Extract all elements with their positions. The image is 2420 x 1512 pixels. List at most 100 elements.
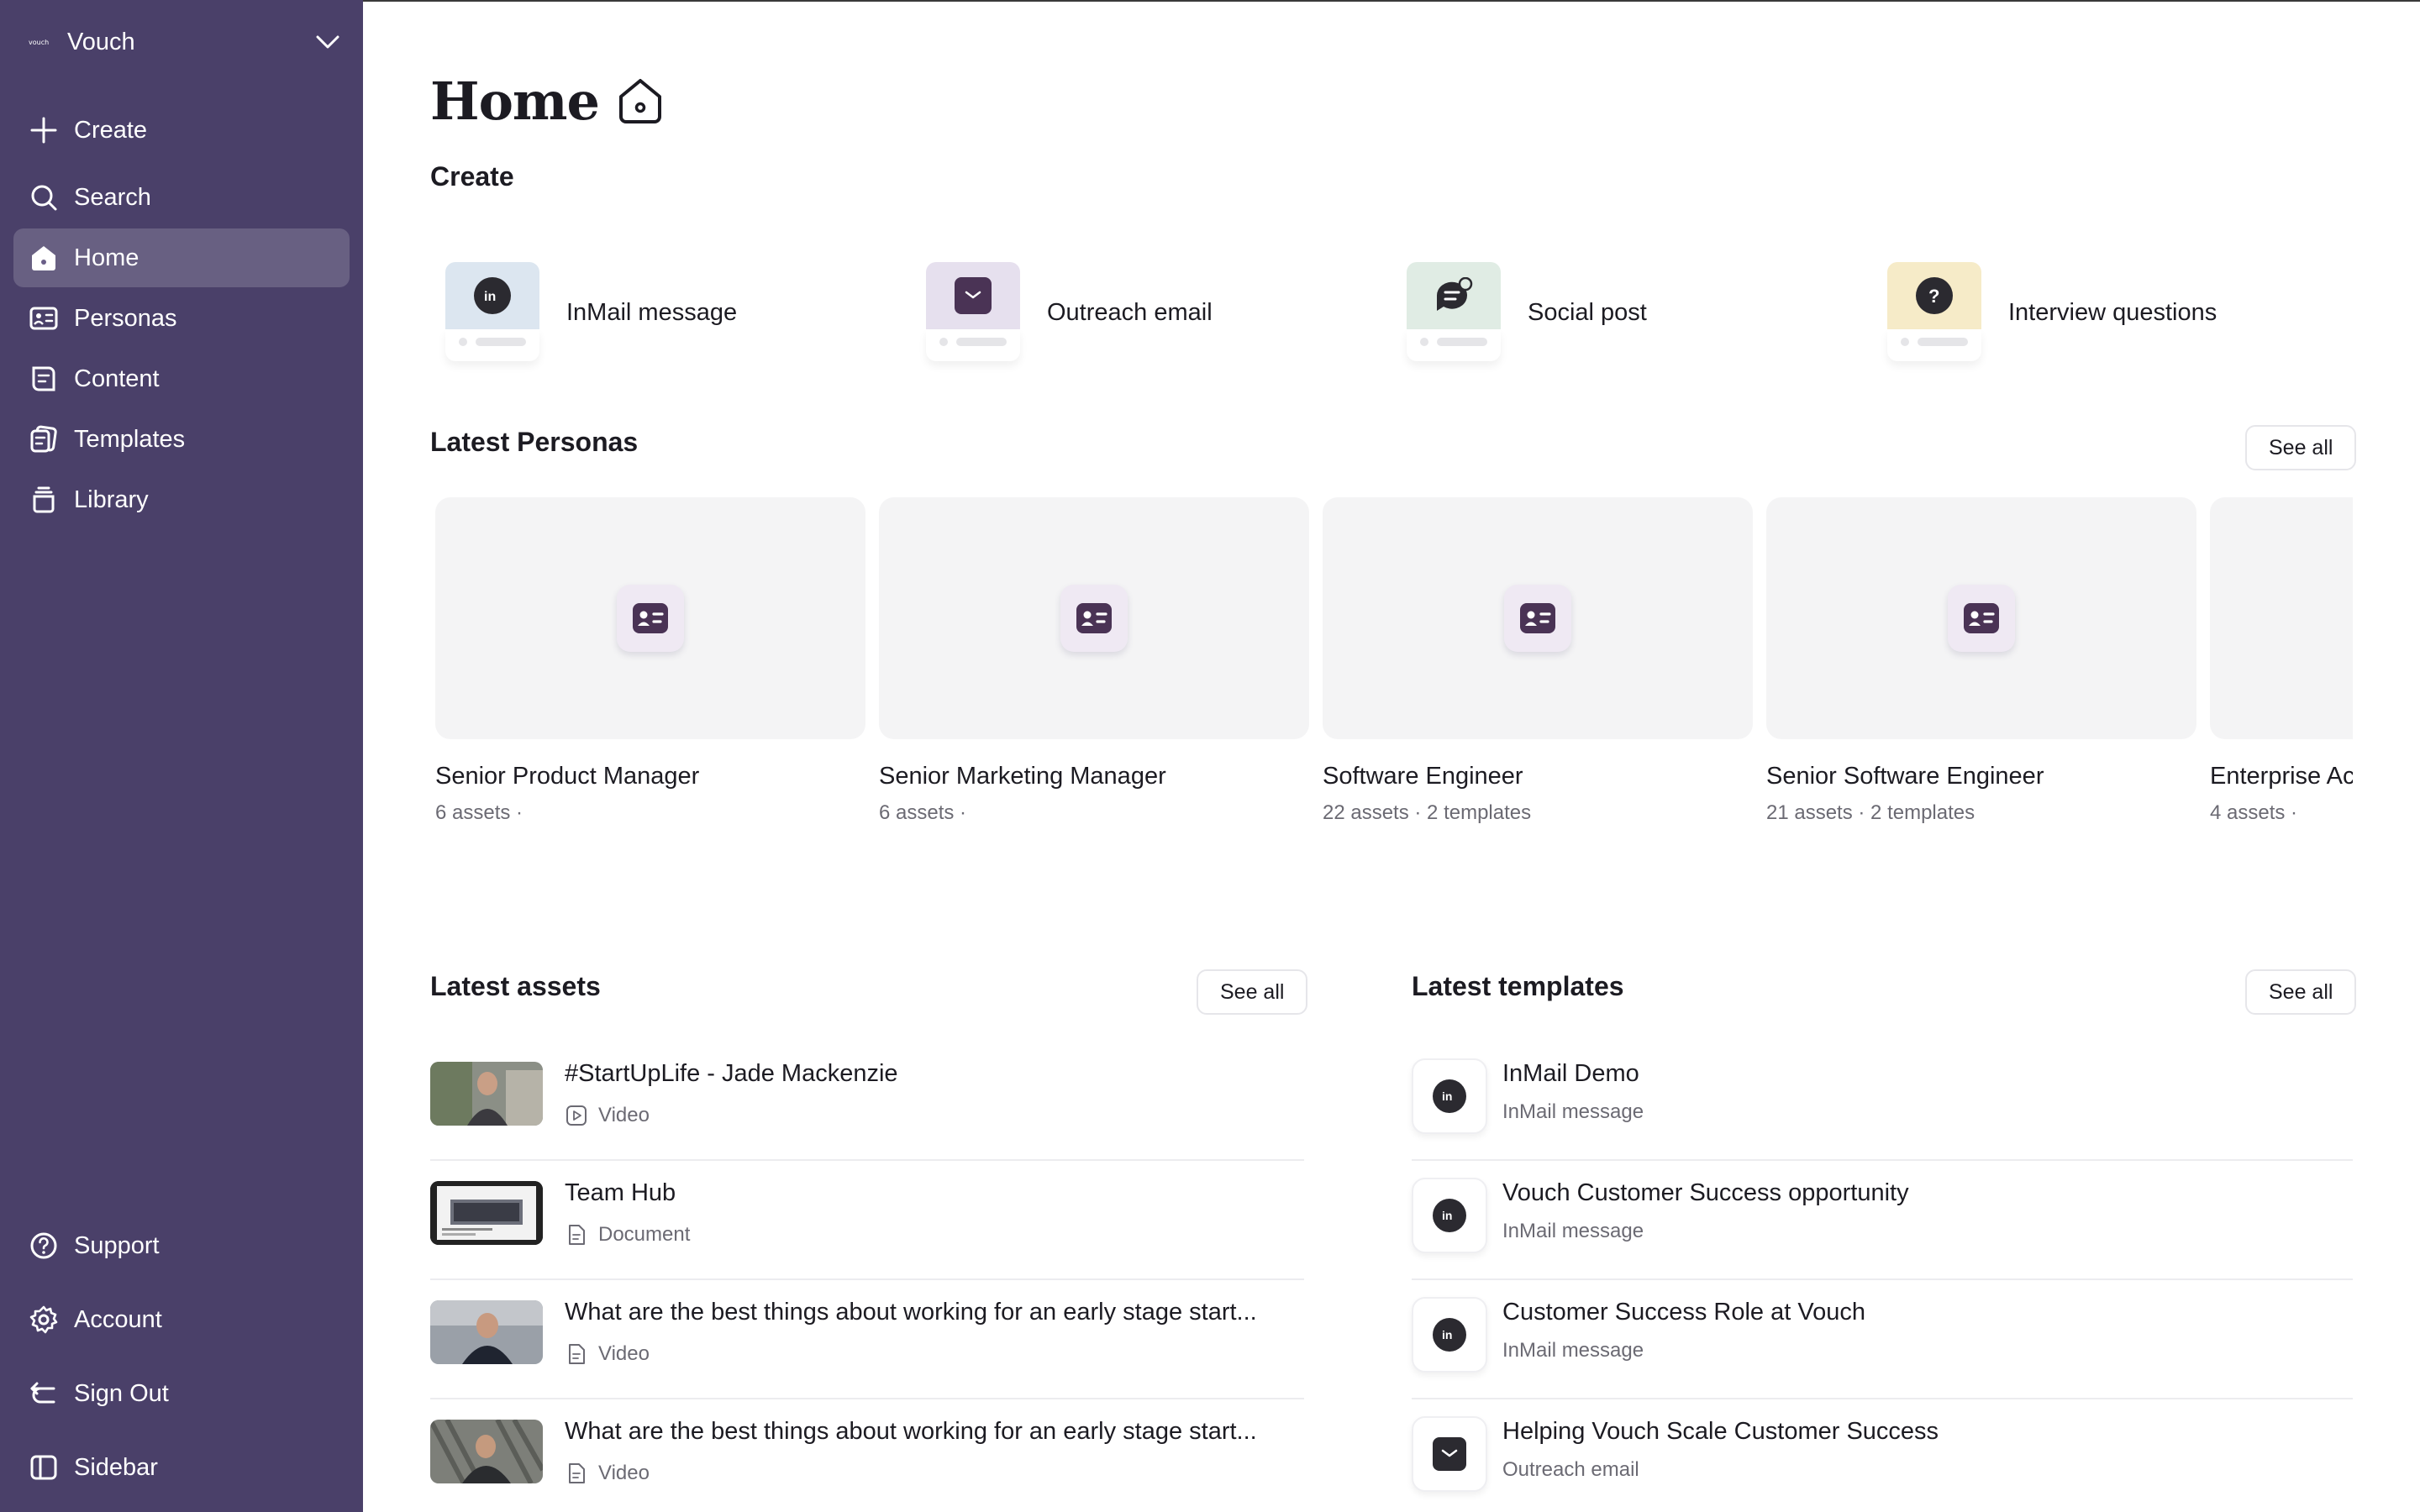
create-section-title: Create xyxy=(430,161,514,192)
assets-section-title: Latest assets xyxy=(430,971,601,1001)
template-title: Customer Success Role at Vouch xyxy=(1502,1299,1865,1326)
sidebar-item-label: Support xyxy=(74,1231,160,1259)
sidebar-item-label: Search xyxy=(74,183,151,211)
page-title: Home xyxy=(430,67,666,134)
asset-type-label: Video xyxy=(598,1104,650,1126)
persona-tile xyxy=(2210,497,2353,739)
sidebar-item-create[interactable]: Create xyxy=(13,101,350,160)
create-inmail-card[interactable]: in InMail message xyxy=(445,262,737,363)
template-row[interactable]: in InMail Demo InMail message xyxy=(1412,1042,2353,1161)
persona-card[interactable]: Senior Marketing Manager 6 assets · xyxy=(879,497,1309,833)
sidebar-item-support[interactable]: Support xyxy=(13,1216,350,1275)
sidebar-item-content[interactable]: Content xyxy=(13,349,350,408)
sidebar-item-home[interactable]: Home xyxy=(13,228,350,287)
templates-see-all-button[interactable]: See all xyxy=(2245,969,2357,1015)
linkedin-icon: in xyxy=(1433,1199,1466,1232)
persona-name: Software Engineer xyxy=(1323,763,1523,790)
page-title-text: Home xyxy=(430,70,600,132)
create-outreach-email-card[interactable]: Outreach email xyxy=(926,262,1213,363)
asset-row[interactable]: What are the best things about working f… xyxy=(430,1280,1304,1399)
sidebar-item-label: Sign Out xyxy=(74,1379,169,1407)
sidebar-item-label: Personas xyxy=(74,304,177,332)
svg-text:in: in xyxy=(484,290,496,304)
sidebar-item-templates[interactable]: Templates xyxy=(13,410,350,469)
workspace-logo: vouch xyxy=(29,34,52,50)
home-icon xyxy=(27,241,60,275)
svg-text:in: in xyxy=(1442,1089,1452,1103)
document-icon xyxy=(565,1223,588,1247)
linkedin-icon: in xyxy=(1433,1318,1466,1352)
template-row[interactable]: Helping Vouch Scale Customer Success Out… xyxy=(1412,1399,2353,1512)
sidebar: vouch Vouch Create Search Home Personas xyxy=(0,0,363,1512)
asset-title: Team Hub xyxy=(565,1179,676,1206)
persona-card[interactable]: Senior Product Manager 6 assets · xyxy=(435,497,865,833)
asset-title: What are the best things about working f… xyxy=(565,1418,1257,1445)
create-item-label: Interview questions xyxy=(2008,299,2217,326)
persona-meta: 21 assets · 2 templates xyxy=(1766,801,1975,824)
workspace-switcher[interactable]: vouch Vouch xyxy=(20,18,343,66)
personas-see-all-button[interactable]: See all xyxy=(2245,425,2357,470)
persona-card[interactable]: Enterprise Ac 4 assets · xyxy=(2210,497,2353,833)
template-row[interactable]: in Customer Success Role at Vouch InMail… xyxy=(1412,1280,2353,1399)
create-thumb: in xyxy=(445,262,539,361)
asset-type: Video xyxy=(565,1342,650,1366)
sidebar-item-sign-out[interactable]: Sign Out xyxy=(13,1364,350,1423)
create-item-label: InMail message xyxy=(566,299,738,326)
template-type: InMail message xyxy=(1502,1339,1644,1362)
assets-see-all-button[interactable]: See all xyxy=(1197,969,1308,1015)
template-type: InMail message xyxy=(1502,1220,1644,1242)
asset-type-label: Document xyxy=(598,1223,691,1246)
svg-text:vouch: vouch xyxy=(29,39,49,46)
persona-tile xyxy=(1766,497,2196,739)
svg-text:in: in xyxy=(1442,1328,1452,1341)
persona-name: Senior Software Engineer xyxy=(1766,763,2044,790)
asset-row[interactable]: #StartUpLife - Jade Mackenzie Video xyxy=(430,1042,1304,1161)
template-title: Vouch Customer Success opportunity xyxy=(1502,1179,1909,1206)
sidebar-item-account[interactable]: Account xyxy=(13,1290,350,1349)
template-icon-box: in xyxy=(1412,1297,1487,1373)
persona-tile xyxy=(435,497,865,739)
sign-out-icon xyxy=(27,1377,60,1410)
persona-meta: 6 assets · xyxy=(435,801,523,824)
persona-tile xyxy=(1323,497,1753,739)
sidebar-item-label: Home xyxy=(74,244,139,271)
asset-type: Video xyxy=(565,1462,650,1485)
sidebar-item-label: Content xyxy=(74,365,160,392)
create-thumb xyxy=(926,262,1020,361)
create-interview-questions-card[interactable]: ? Interview questions xyxy=(1887,262,2217,363)
window-top-border xyxy=(363,0,2420,2)
persona-card[interactable]: Senior Software Engineer 21 assets · 2 t… xyxy=(1766,497,2196,833)
sidebar-toggle-icon xyxy=(27,1451,60,1484)
create-item-label: Social post xyxy=(1528,299,1647,326)
sidebar-item-label: Create xyxy=(74,116,148,144)
personas-carousel: Senior Product Manager 6 assets · Senior… xyxy=(430,497,2353,850)
sidebar-item-label: Account xyxy=(74,1305,162,1333)
search-icon xyxy=(27,181,60,214)
workspace-name: Vouch xyxy=(67,28,135,55)
plus-icon xyxy=(27,113,60,147)
video-thumbnail xyxy=(430,1420,543,1483)
envelope-icon xyxy=(1433,1437,1466,1471)
create-social-post-card[interactable]: Social post xyxy=(1407,262,1647,363)
id-card-icon xyxy=(27,302,60,335)
asset-type: Video xyxy=(565,1104,650,1127)
help-circle-icon xyxy=(27,1229,60,1263)
template-type: Outreach email xyxy=(1502,1458,1639,1481)
asset-row[interactable]: Team Hub Document xyxy=(430,1161,1304,1280)
sidebar-item-search[interactable]: Search xyxy=(13,168,350,227)
svg-text:?: ? xyxy=(1928,286,1939,307)
envelope-icon xyxy=(955,277,992,314)
template-row[interactable]: in Vouch Customer Success opportunity In… xyxy=(1412,1161,2353,1280)
sidebar-item-personas[interactable]: Personas xyxy=(13,289,350,348)
persona-card[interactable]: Software Engineer 22 assets · 2 template… xyxy=(1323,497,1753,833)
sidebar-item-sidebar-toggle[interactable]: Sidebar xyxy=(13,1438,350,1497)
asset-type-label: Video xyxy=(598,1342,650,1365)
library-icon xyxy=(27,483,60,517)
persona-meta: 4 assets · xyxy=(2210,801,2298,824)
sidebar-item-label: Library xyxy=(74,486,149,513)
sidebar-item-library[interactable]: Library xyxy=(13,470,350,529)
document-icon xyxy=(565,1342,588,1366)
template-type: InMail message xyxy=(1502,1100,1644,1123)
chevron-down-icon[interactable] xyxy=(313,29,343,55)
asset-row[interactable]: What are the best things about working f… xyxy=(430,1399,1304,1512)
